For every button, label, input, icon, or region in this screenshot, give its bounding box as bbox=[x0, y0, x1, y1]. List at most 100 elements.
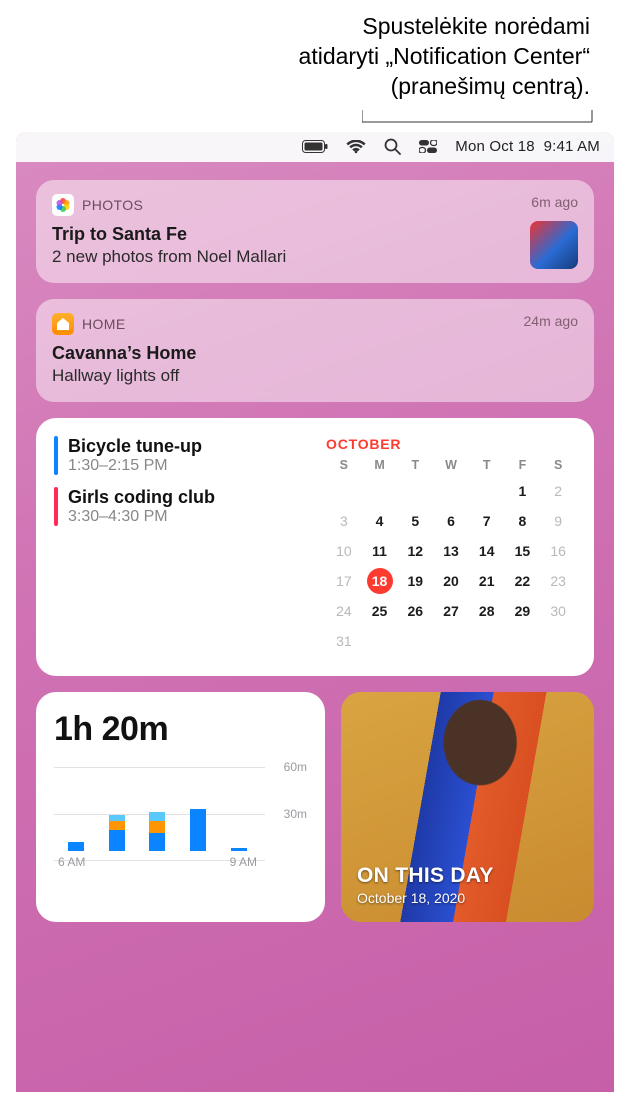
notification-center: PHOTOS 6m ago Trip to Santa Fe 2 new pho… bbox=[16, 162, 614, 940]
calendar-widget[interactable]: Bicycle tune-up 1:30–2:15 PM Girls codin… bbox=[36, 418, 594, 676]
calendar-day[interactable]: 28 bbox=[469, 596, 505, 626]
calendar-day bbox=[362, 626, 398, 656]
home-app-icon bbox=[52, 313, 74, 335]
calendar-day[interactable]: 10 bbox=[326, 536, 362, 566]
calendar-day[interactable]: 5 bbox=[397, 506, 433, 536]
calendar-month-label: OCTOBER bbox=[326, 436, 576, 452]
calendar-day[interactable]: 19 bbox=[397, 566, 433, 596]
calendar-day[interactable]: 16 bbox=[540, 536, 576, 566]
calendar-event[interactable]: Bicycle tune-up 1:30–2:15 PM bbox=[54, 436, 316, 475]
notification-app-name: PHOTOS bbox=[82, 197, 143, 213]
calendar-day[interactable]: 20 bbox=[433, 566, 469, 596]
calendar-dow: T bbox=[397, 458, 433, 472]
notification-photos[interactable]: PHOTOS 6m ago Trip to Santa Fe 2 new pho… bbox=[36, 180, 594, 283]
calendar-day-grid: 1234567891011121314151617181920212223242… bbox=[326, 476, 576, 656]
wifi-icon[interactable] bbox=[346, 140, 366, 154]
calendar-day[interactable]: 26 bbox=[397, 596, 433, 626]
calendar-day[interactable]: 24 bbox=[326, 596, 362, 626]
calendar-day bbox=[397, 476, 433, 506]
calendar-dow: S bbox=[326, 458, 362, 472]
calendar-day[interactable]: 14 bbox=[469, 536, 505, 566]
calendar-day[interactable]: 21 bbox=[469, 566, 505, 596]
chart-bar bbox=[68, 842, 84, 851]
calendar-day[interactable]: 31 bbox=[326, 626, 362, 656]
notification-home[interactable]: HOME 24m ago Cavanna’s Home Hallway ligh… bbox=[36, 299, 594, 402]
battery-icon[interactable] bbox=[302, 140, 328, 153]
calendar-event[interactable]: Girls coding club 3:30–4:30 PM bbox=[54, 487, 316, 526]
event-time: 1:30–2:15 PM bbox=[68, 457, 202, 475]
event-color-bar bbox=[54, 487, 58, 526]
photos-app-icon bbox=[52, 194, 74, 216]
callout-pointer bbox=[0, 110, 602, 130]
calendar-day[interactable]: 15 bbox=[505, 536, 541, 566]
screentime-chart: 60m 30m 6 AM 9 AM bbox=[54, 759, 307, 869]
calendar-day bbox=[397, 626, 433, 656]
calendar-day bbox=[326, 476, 362, 506]
month-calendar: OCTOBER SMTWTFS 123456789101112131415161… bbox=[326, 436, 576, 656]
screentime-widget[interactable]: 1h 20m 60m 30m 6 AM 9 AM bbox=[36, 692, 325, 922]
menu-bar: Mon Oct 18 9:41 AM bbox=[16, 132, 614, 162]
calendar-day[interactable]: 2 bbox=[540, 476, 576, 506]
memory-date: October 18, 2020 bbox=[357, 890, 494, 906]
notification-thumbnail bbox=[530, 221, 578, 269]
calendar-dow: M bbox=[362, 458, 398, 472]
chart-xlabel: 6 AM bbox=[58, 855, 85, 869]
calendar-day[interactable]: 8 bbox=[505, 506, 541, 536]
event-title: Bicycle tune-up bbox=[68, 436, 202, 457]
calendar-day bbox=[433, 626, 469, 656]
calendar-day[interactable]: 6 bbox=[433, 506, 469, 536]
chart-bar bbox=[149, 812, 165, 851]
chart-bar bbox=[109, 815, 125, 851]
calendar-day bbox=[362, 476, 398, 506]
calendar-day[interactable]: 9 bbox=[540, 506, 576, 536]
chart-bar bbox=[190, 809, 206, 851]
calendar-day bbox=[469, 626, 505, 656]
calendar-day[interactable]: 23 bbox=[540, 566, 576, 596]
notification-time: 24m ago bbox=[524, 313, 578, 329]
notification-body: 2 new photos from Noel Mallari bbox=[52, 247, 578, 267]
event-title: Girls coding club bbox=[68, 487, 215, 508]
control-center-icon[interactable] bbox=[419, 140, 437, 153]
chart-xlabel: 9 AM bbox=[230, 855, 257, 869]
calendar-day[interactable]: 22 bbox=[505, 566, 541, 596]
calendar-day[interactable]: 27 bbox=[433, 596, 469, 626]
calendar-dow: S bbox=[540, 458, 576, 472]
notification-title: Trip to Santa Fe bbox=[52, 224, 578, 245]
event-time: 3:30–4:30 PM bbox=[68, 508, 215, 526]
calendar-day[interactable]: 4 bbox=[362, 506, 398, 536]
menubar-time: 9:41 AM bbox=[544, 138, 600, 155]
memory-heading: ON THIS DAY bbox=[357, 864, 494, 888]
calendar-day[interactable]: 3 bbox=[326, 506, 362, 536]
menubar-clock[interactable]: Mon Oct 18 9:41 AM bbox=[455, 138, 600, 155]
calendar-day[interactable]: 11 bbox=[362, 536, 398, 566]
calendar-dow: T bbox=[469, 458, 505, 472]
chart-bar bbox=[231, 848, 247, 851]
calendar-day[interactable]: 25 bbox=[362, 596, 398, 626]
spotlight-icon[interactable] bbox=[384, 138, 401, 155]
callout-line-3: (pranešimų centrą). bbox=[40, 72, 590, 102]
calendar-day bbox=[469, 476, 505, 506]
callout-line-2: atidaryti „Notification Center“ bbox=[40, 42, 590, 72]
calendar-day[interactable]: 29 bbox=[505, 596, 541, 626]
callout-line-1: Spustelėkite norėdami bbox=[40, 12, 590, 42]
calendar-day[interactable]: 7 bbox=[469, 506, 505, 536]
chart-ylabel: 30m bbox=[284, 807, 307, 821]
notification-title: Cavanna’s Home bbox=[52, 343, 578, 364]
calendar-day bbox=[433, 476, 469, 506]
calendar-day[interactable]: 13 bbox=[433, 536, 469, 566]
notification-app-name: HOME bbox=[82, 316, 126, 332]
calendar-day bbox=[540, 626, 576, 656]
photos-memory-widget[interactable]: ON THIS DAY October 18, 2020 bbox=[341, 692, 594, 922]
calendar-day[interactable]: 30 bbox=[540, 596, 576, 626]
calendar-dow-row: SMTWTFS bbox=[326, 458, 576, 472]
notification-body: Hallway lights off bbox=[52, 366, 578, 386]
menubar-date: Mon Oct 18 bbox=[455, 138, 535, 155]
calendar-day[interactable]: 12 bbox=[397, 536, 433, 566]
calendar-dow: W bbox=[433, 458, 469, 472]
calendar-day[interactable]: 1 bbox=[505, 476, 541, 506]
calendar-dow: F bbox=[505, 458, 541, 472]
calendar-day[interactable]: 18 bbox=[362, 566, 398, 596]
screentime-total: 1h 20m bbox=[54, 710, 307, 749]
calendar-day[interactable]: 17 bbox=[326, 566, 362, 596]
event-color-bar bbox=[54, 436, 58, 475]
